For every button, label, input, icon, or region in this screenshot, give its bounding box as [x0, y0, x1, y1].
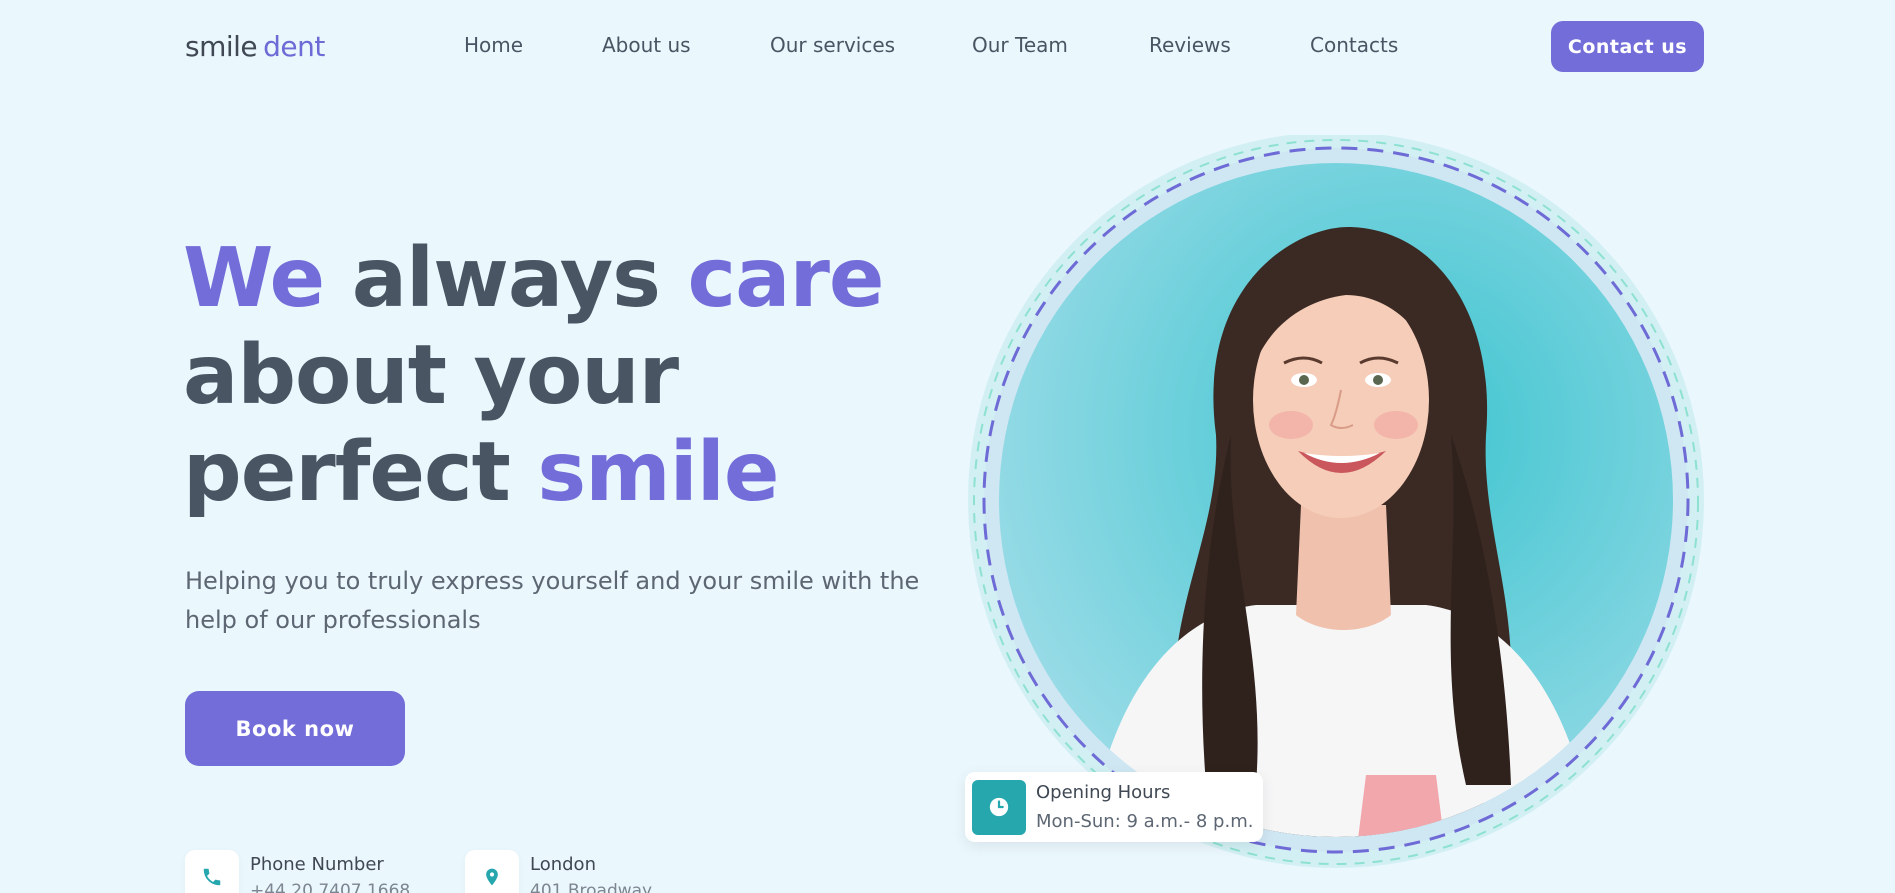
portrait-illustration: [968, 135, 1704, 868]
hero-title-perfect: perfect: [183, 425, 511, 520]
nav-about-us[interactable]: About us: [602, 33, 691, 57]
opening-hours-title: Opening Hours: [1036, 782, 1171, 803]
opening-hours-card: Opening Hours Mon-Sun: 9 a.m.- 8 p.m.: [965, 772, 1263, 842]
phone-title: Phone Number: [250, 854, 384, 875]
opening-hours-value: Mon-Sun: 9 a.m.- 8 p.m.: [1036, 811, 1254, 832]
nav-contacts[interactable]: Contacts: [1310, 33, 1398, 57]
clock-icon: [972, 779, 1026, 835]
phone-value: +44 20 7407 1668: [250, 881, 411, 893]
logo-dent: dent: [263, 30, 325, 63]
phone-info[interactable]: Phone Number +44 20 7407 1668: [185, 850, 410, 893]
hero-title-line2: about your: [183, 328, 679, 423]
logo-smile: smile: [185, 30, 258, 63]
hero-title-always: always: [351, 231, 661, 326]
logo[interactable]: smile dent: [185, 30, 325, 63]
location-pin-icon: [465, 850, 519, 893]
nav-our-services[interactable]: Our services: [770, 33, 895, 57]
hero-title-care: care: [687, 231, 885, 326]
hero-portrait: [966, 135, 1706, 875]
book-now-button[interactable]: Book now: [185, 691, 405, 766]
location-title: London: [530, 854, 596, 875]
nav-our-team[interactable]: Our Team: [972, 33, 1068, 57]
nav-home[interactable]: Home: [464, 33, 523, 57]
phone-icon: [185, 850, 239, 893]
hero-title-smile: smile: [537, 425, 779, 520]
hero-title: We always care about your perfect smile: [183, 230, 885, 521]
location-info[interactable]: London 401 Broadway: [465, 850, 652, 893]
nav-reviews[interactable]: Reviews: [1149, 33, 1231, 57]
hero-subtitle: Helping you to truly express yourself an…: [185, 567, 920, 634]
location-value: 401 Broadway: [530, 881, 653, 893]
contact-us-button[interactable]: Contact us: [1551, 21, 1704, 72]
hero-title-we: We: [183, 231, 325, 326]
